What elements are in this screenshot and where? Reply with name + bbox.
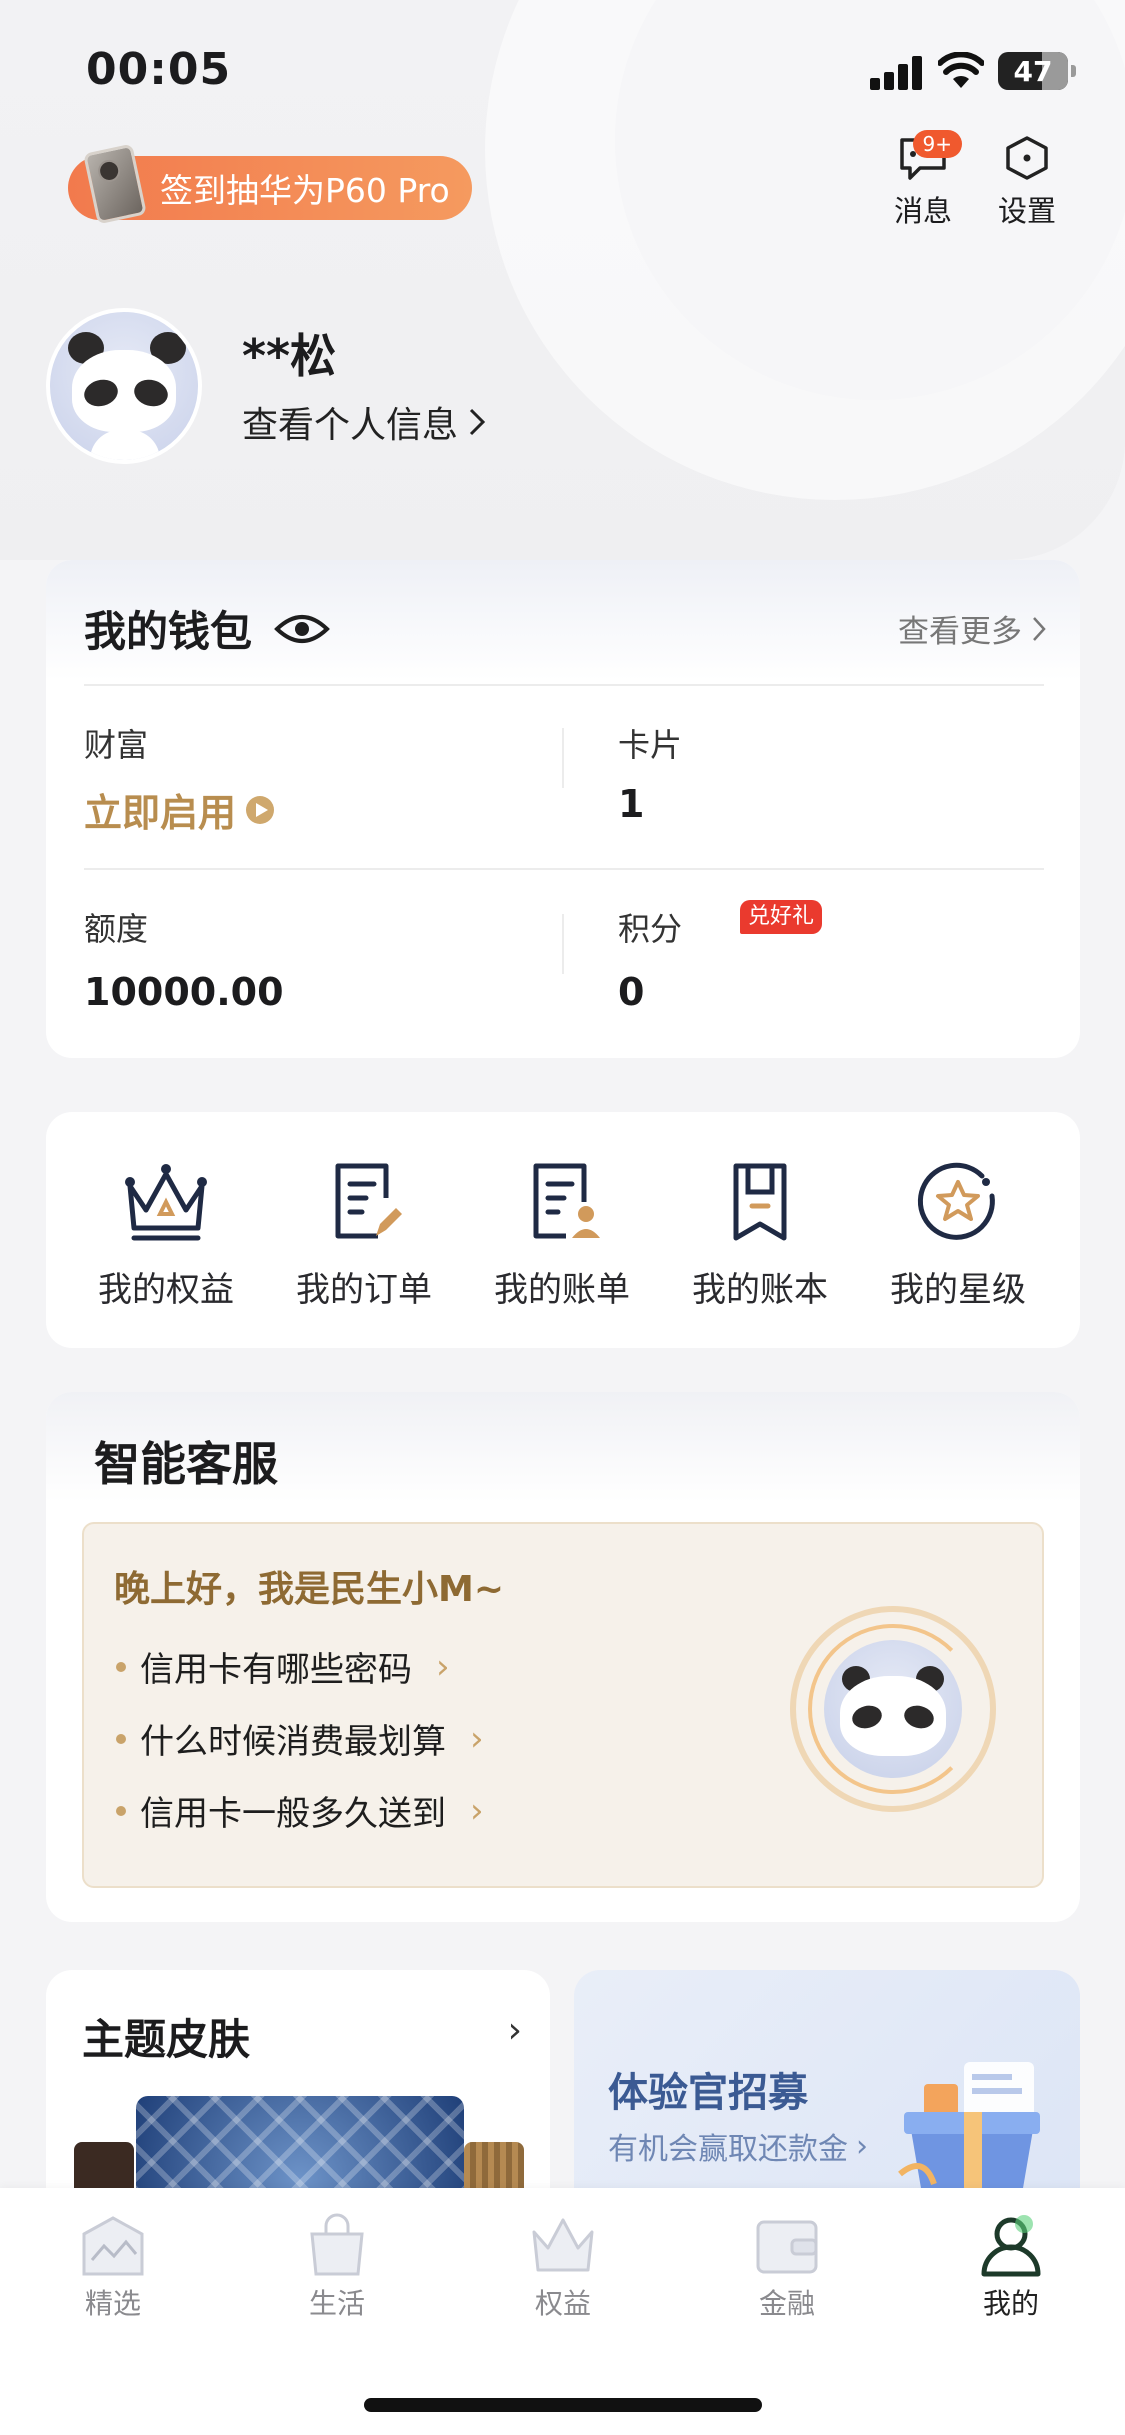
service-question-3[interactable]: 信用卡一般多久送到 ›: [116, 1786, 484, 1835]
chevron-right-icon: [469, 408, 486, 436]
question-text: 信用卡一般多久送到: [140, 1794, 446, 1834]
quick-link-label: 我的订单: [296, 1270, 432, 1310]
card-label: 卡片: [618, 726, 683, 764]
tester-title: 体验官招募: [608, 2070, 808, 2116]
wealth-enable-label: 立即启用: [84, 791, 237, 835]
avatar[interactable]: [46, 308, 202, 464]
assistant-avatar[interactable]: [790, 1606, 996, 1812]
chevron-right-icon: [1033, 616, 1046, 641]
tab-life[interactable]: 生活: [272, 2212, 402, 2322]
bill-icon: [533, 1163, 600, 1239]
tester-subtitle-text: 有机会赢取还款金: [608, 2132, 848, 2167]
star-icon: [917, 1162, 995, 1240]
chevron-right-icon: ›: [507, 2010, 522, 2051]
signal-icon: [870, 56, 924, 90]
quick-link-orders[interactable]: 我的订单: [284, 1158, 444, 1311]
quick-link-label: 我的权益: [98, 1270, 234, 1310]
points-value[interactable]: 0: [618, 970, 644, 1014]
phone-image: [83, 143, 147, 225]
view-profile-link[interactable]: 查看个人信息: [242, 396, 486, 448]
tab-label: 权益: [534, 2287, 591, 2320]
play-icon: [246, 795, 275, 824]
quick-links-card: 我的权益 我的订单 我的账单 我的账本 我的星级: [46, 1112, 1080, 1348]
tester-subtitle: 有机会赢取还款金 ›: [608, 2124, 868, 2168]
chevron-right-icon: ›: [856, 2128, 868, 2164]
limit-label: 额度: [84, 910, 149, 948]
service-chat-box[interactable]: 晚上好，我是民生小M~ 信用卡有哪些密码 › 什么时候消费最划算 › 信用卡一般多久…: [82, 1522, 1044, 1888]
wealth-enable-button[interactable]: 立即启用: [84, 782, 275, 837]
quick-link-label: 我的账本: [692, 1270, 828, 1310]
settings-button[interactable]: 设置: [982, 134, 1072, 230]
crown-icon: [532, 2218, 594, 2272]
service-question-1[interactable]: 信用卡有哪些密码 ›: [116, 1642, 450, 1691]
messages-button[interactable]: 消息 9+: [878, 130, 968, 230]
gift-box-icon: [898, 2062, 1040, 2194]
tab-label: 生活: [308, 2287, 365, 2320]
divider: [562, 728, 564, 788]
ledger-icon: [733, 1163, 787, 1241]
divider: [84, 868, 1044, 870]
user-name: **松: [242, 329, 337, 383]
smart-service-card: 智能客服 晚上好，我是民生小M~ 信用卡有哪些密码 › 什么时候消费最划算 › 信用…: [46, 1392, 1080, 1922]
messages-label: 消息: [893, 194, 952, 228]
tester-recruit-card[interactable]: 体验官招募 有机会赢取还款金 ›: [574, 1970, 1080, 2220]
chevron-right-icon: ›: [470, 1718, 484, 1759]
home-icon: [82, 2216, 144, 2276]
tab-mine[interactable]: 我的: [946, 2212, 1076, 2322]
settings-icon: [1006, 136, 1048, 180]
battery-icon: 47: [998, 52, 1076, 90]
divider: [562, 914, 564, 974]
wallet-icon: [756, 2220, 818, 2274]
home-indicator[interactable]: [364, 2398, 762, 2412]
service-greeting: 晚上好，我是民生小M~: [114, 1569, 504, 1610]
wallet-card: 我的钱包 查看更多 财富 立即启用 卡片 1 额度 10000.00 积分 兑好…: [46, 560, 1080, 1058]
order-icon: [335, 1163, 402, 1239]
battery-level: 47: [1013, 54, 1053, 88]
tab-label: 金融: [758, 2287, 815, 2320]
question-text: 什么时候消费最划算: [140, 1722, 446, 1762]
chevron-right-icon: ›: [470, 1790, 484, 1831]
quick-link-label: 我的账单: [494, 1270, 630, 1310]
eye-icon[interactable]: [274, 611, 330, 647]
wallet-more-label: 查看更多: [898, 614, 1022, 650]
status-time: 00:05: [86, 44, 232, 95]
wealth-label: 财富: [84, 726, 149, 764]
view-profile-label: 查看个人信息: [242, 405, 459, 446]
settings-label: 设置: [997, 194, 1056, 228]
promo-label: 签到抽华为P60 Pro: [160, 171, 450, 210]
wallet-title-text: 我的钱包: [84, 607, 253, 656]
service-title: 智能客服: [94, 1437, 278, 1491]
quick-link-ledger[interactable]: 我的账本: [680, 1158, 840, 1311]
wallet-more-link[interactable]: 查看更多: [898, 606, 1046, 651]
divider: [84, 684, 1044, 686]
limit-value[interactable]: 10000.00: [84, 970, 284, 1014]
status-bar: 00:05 47: [0, 0, 1125, 140]
user-icon: [981, 2215, 1041, 2277]
wallet-title: 我的钱包: [84, 598, 330, 659]
messages-badge: 9+: [912, 130, 962, 158]
redeem-gift-badge[interactable]: 兑好礼: [740, 900, 823, 934]
checkin-promo-button[interactable]: 签到抽华为P60 Pro: [68, 143, 472, 225]
crown-icon: [125, 1164, 207, 1241]
quick-link-star-level[interactable]: 我的星级: [878, 1158, 1038, 1311]
service-question-2[interactable]: 什么时候消费最划算 ›: [116, 1714, 484, 1763]
bag-icon: [310, 2213, 364, 2276]
skin-title: 主题皮肤: [82, 2015, 251, 2064]
question-text: 信用卡有哪些密码: [140, 1650, 412, 1690]
points-label: 积分: [618, 910, 683, 948]
tab-benefits[interactable]: 权益: [498, 2212, 628, 2322]
tab-label: 精选: [84, 2287, 141, 2320]
theme-skin-card[interactable]: 主题皮肤 ›: [46, 1970, 550, 2220]
wifi-icon: [938, 52, 984, 88]
chevron-right-icon: ›: [436, 1646, 450, 1687]
tab-finance[interactable]: 金融: [722, 2212, 852, 2322]
quick-link-label: 我的星级: [890, 1270, 1026, 1310]
tab-label: 我的: [982, 2287, 1039, 2320]
quick-link-benefits[interactable]: 我的权益: [86, 1158, 246, 1311]
tab-featured[interactable]: 精选: [48, 2212, 178, 2322]
quick-link-bills[interactable]: 我的账单: [482, 1158, 642, 1311]
card-count[interactable]: 1: [618, 782, 644, 826]
